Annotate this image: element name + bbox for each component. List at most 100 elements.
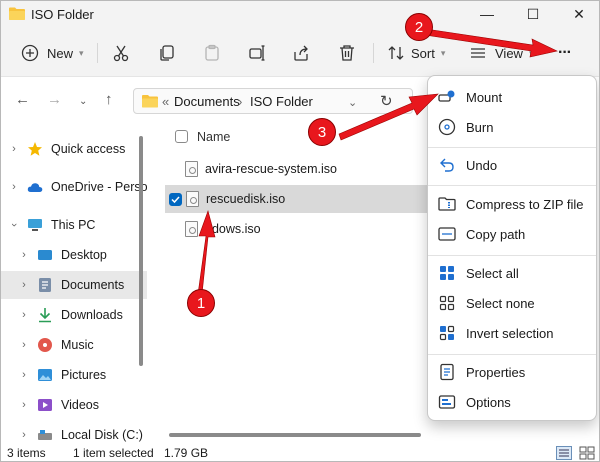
menu-divider (428, 185, 596, 186)
view-icon (471, 48, 485, 58)
forward-arrow-icon[interactable]: → (47, 91, 62, 108)
rename-button[interactable] (248, 29, 266, 77)
expand-chevron-icon[interactable]: › (11, 339, 37, 351)
menu-item-properties[interactable]: Properties (432, 357, 592, 387)
burn-icon (438, 118, 456, 136)
disc-image-file-icon (186, 191, 199, 207)
expand-chevron-icon[interactable]: › (11, 429, 37, 441)
file-explorer-window: ISO Folder — ☐ ✕ New ▾ Sort ▾ View ▾ ···… (0, 0, 600, 462)
documents-icon (39, 278, 51, 292)
breadcrumb-separator: › (238, 94, 243, 109)
selection-size: 1.79 GB (164, 446, 209, 460)
tiles-view-icon[interactable] (579, 446, 595, 460)
more-options-button[interactable]: ··· (558, 29, 572, 77)
menu-item-undo[interactable]: Undo (432, 150, 592, 180)
breadcrumb-overflow[interactable]: « (162, 94, 169, 109)
expand-chevron-icon[interactable]: › (11, 369, 37, 381)
toolbar-divider (373, 43, 374, 63)
sidebar-item-music[interactable]: › Music (1, 331, 147, 359)
select-all-icon (438, 264, 456, 282)
menu-divider (428, 255, 596, 256)
menu-item-mount[interactable]: Mount (432, 82, 592, 112)
callout-3: 3 (308, 118, 336, 146)
expand-chevron-icon[interactable]: › (8, 212, 20, 238)
callout-2: 2 (405, 13, 433, 41)
menu-item-label: Burn (466, 119, 494, 135)
close-button[interactable]: ✕ (557, 1, 599, 27)
sidebar-item-documents[interactable]: › Documents (1, 271, 147, 299)
menu-item-copy-path[interactable]: Copy path (432, 219, 592, 249)
expand-chevron-icon[interactable]: › (1, 181, 27, 193)
new-label: New (47, 45, 74, 61)
sidebar-scrollbar[interactable] (139, 136, 143, 366)
menu-item-label: Options (466, 394, 511, 410)
refresh-icon[interactable]: ↻ (380, 92, 393, 110)
sidebar-item-videos[interactable]: › Videos (1, 391, 147, 419)
share-button[interactable] (292, 29, 310, 77)
sidebar-item-label: Quick access (51, 142, 126, 156)
cut-button[interactable] (112, 29, 130, 77)
star-icon (28, 142, 42, 156)
minimize-button[interactable]: — (465, 1, 509, 27)
menu-item-options[interactable]: Options (432, 387, 592, 417)
expand-chevron-icon[interactable]: › (11, 399, 37, 411)
back-arrow-icon[interactable]: ← (15, 91, 30, 108)
sidebar-item-label: This PC (51, 218, 96, 232)
name-column-header[interactable]: Name (197, 130, 230, 144)
zip-icon (438, 195, 456, 213)
cloud-icon (27, 183, 43, 192)
expand-chevron-icon[interactable]: › (11, 279, 37, 291)
sidebar-item-label: Downloads (61, 308, 123, 322)
new-button[interactable]: New ▾ (21, 29, 84, 77)
delete-button[interactable] (338, 29, 356, 77)
menu-item-select-all[interactable]: Select all (432, 258, 592, 288)
menu-item-invert-selection[interactable]: Invert selection (432, 318, 592, 348)
sidebar-item-desktop[interactable]: › Desktop (1, 241, 147, 269)
up-arrow-icon[interactable]: ↑ (105, 91, 113, 108)
mount-icon (438, 88, 456, 106)
menu-item-label: Select none (466, 295, 535, 311)
sort-label: Sort (411, 45, 435, 61)
view-button[interactable]: View ▾ (469, 29, 533, 77)
menu-item-label: Select all (466, 265, 519, 281)
horizontal-scrollbar[interactable] (169, 433, 421, 437)
options-icon (438, 393, 456, 411)
checkmark-icon (171, 195, 180, 203)
address-bar[interactable]: « Documents › ISO Folder ⌄ ↻ (133, 88, 413, 114)
breadcrumb-documents[interactable]: Documents (174, 94, 240, 109)
paste-button[interactable] (203, 29, 221, 77)
expand-chevron-icon[interactable]: › (11, 309, 37, 321)
menu-item-select-none[interactable]: Select none (432, 288, 592, 318)
menu-item-label: Invert selection (466, 325, 554, 341)
copy-button[interactable] (158, 29, 176, 77)
music-icon (38, 338, 52, 352)
expand-chevron-icon[interactable]: › (1, 143, 27, 155)
expand-chevron-icon[interactable]: › (11, 249, 37, 261)
status-bar: 3 items 1 item selected 1.79 GB (1, 443, 599, 461)
recent-chevron-icon[interactable]: ⌄ (79, 96, 87, 107)
menu-item-burn[interactable]: Burn (432, 112, 592, 142)
sidebar-item-quick-access[interactable]: › Quick access (1, 135, 147, 163)
chevron-down-icon: ▾ (528, 47, 534, 58)
sidebar-item-onedrive[interactable]: › OneDrive - Perso (1, 173, 147, 201)
menu-item-label: Properties (466, 364, 526, 380)
menu-item-compress[interactable]: Compress to ZIP file (432, 189, 592, 219)
copy-icon (160, 45, 174, 61)
window-title: ISO Folder (31, 7, 94, 22)
details-view-icon[interactable] (556, 446, 572, 460)
selection-count: 1 item selected (73, 446, 154, 460)
sidebar-item-pictures[interactable]: › Pictures (1, 361, 147, 389)
breadcrumb-iso-folder[interactable]: ISO Folder (250, 94, 313, 109)
menu-divider (428, 147, 596, 148)
row-checkbox[interactable] (169, 192, 182, 206)
view-label: View (495, 45, 523, 61)
sidebar-item-downloads[interactable]: › Downloads (1, 301, 147, 329)
sidebar-item-this-pc[interactable]: › This PC (1, 211, 147, 239)
maximize-button[interactable]: ☐ (511, 1, 555, 27)
sidebar-item-label: Documents (61, 278, 125, 292)
toolbar-divider (97, 43, 98, 63)
select-all-checkbox[interactable] (175, 130, 188, 143)
address-dropdown-icon[interactable]: ⌄ (348, 96, 357, 109)
callout-1: 1 (187, 289, 215, 317)
disc-image-file-icon (185, 221, 198, 237)
